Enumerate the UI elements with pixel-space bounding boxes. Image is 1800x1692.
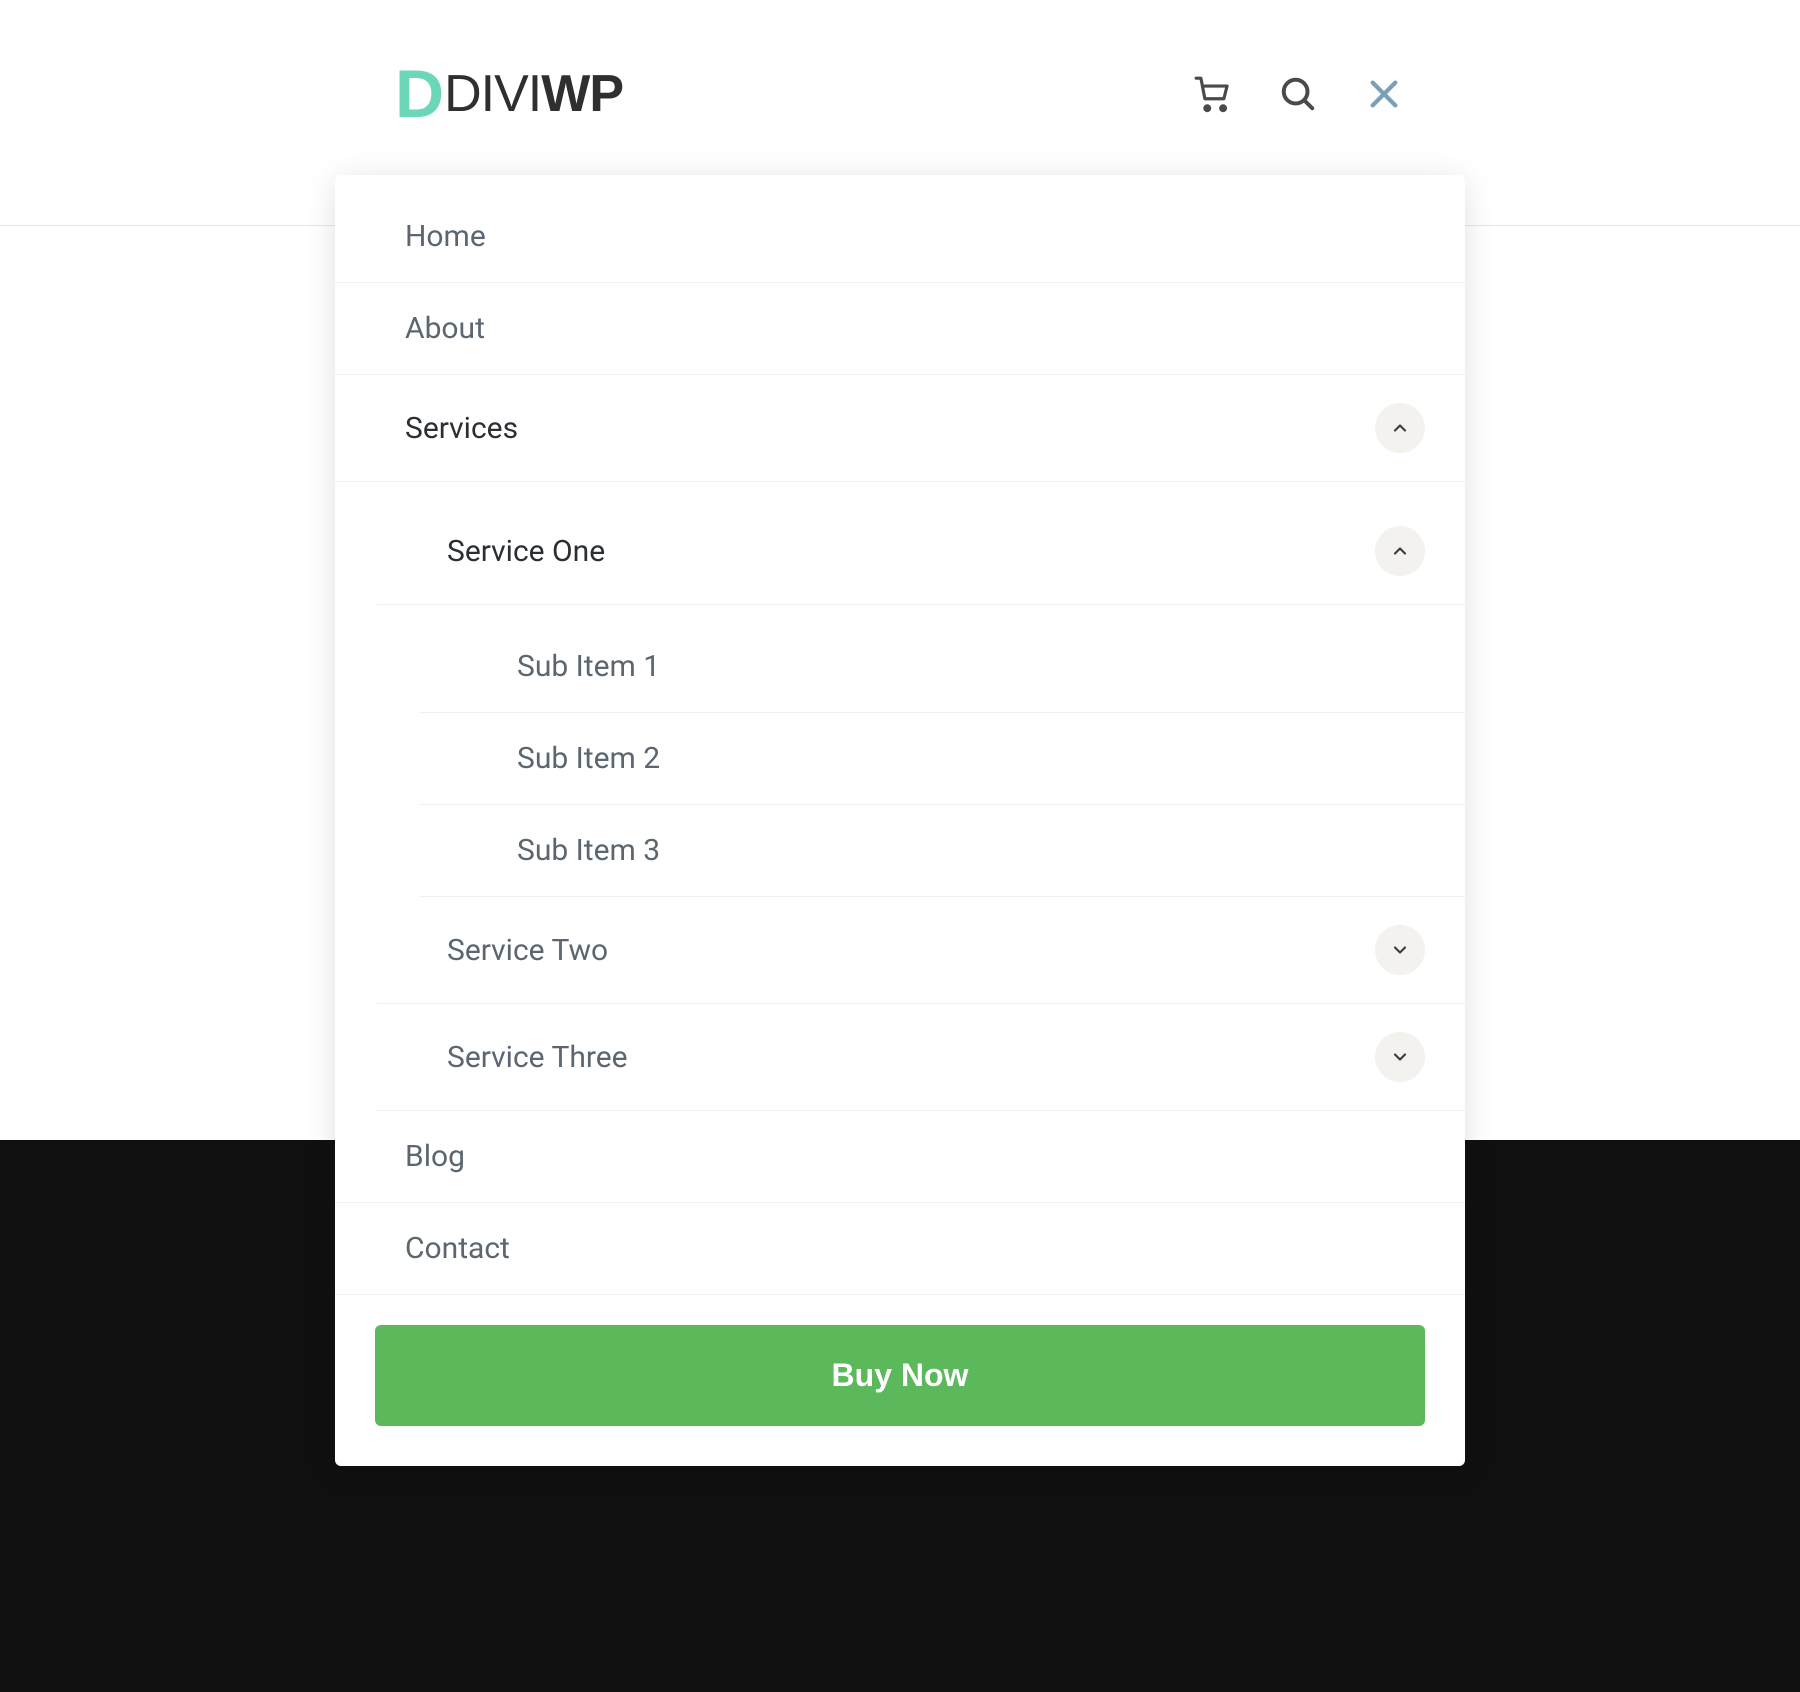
menu-label-service-one: Service One [447,534,605,569]
buy-now-button[interactable]: Buy Now [375,1325,1425,1426]
logo-text: DIVIWP [444,64,623,124]
header-actions [1191,73,1405,115]
submenu-services: Service One Sub Item 1 Sub Item 2 [335,482,1465,1111]
menu-item-sub3[interactable]: Sub Item 3 [419,805,1465,897]
menu-label-service-three: Service Three [447,1040,628,1075]
menu-item-contact[interactable]: Contact [335,1203,1465,1295]
menu-label-about: About [405,311,485,346]
chevron-down-icon[interactable] [1375,1032,1425,1082]
menu-list: Home About Services Service One [335,175,1465,1295]
chevron-up-icon[interactable] [1375,403,1425,453]
menu-label-service-two: Service Two [447,933,608,968]
menu-label-home: Home [405,219,486,254]
menu-item-service-two[interactable]: Service Two [377,897,1465,1004]
menu-label-contact: Contact [405,1231,510,1266]
menu-item-service-three[interactable]: Service Three [377,1004,1465,1111]
logo[interactable]: D DIVIWP [395,55,623,133]
logo-mark: D [395,55,442,133]
header-bar: D DIVIWP [335,0,1465,175]
cart-icon[interactable] [1191,73,1233,115]
close-icon[interactable] [1363,73,1405,115]
menu-label-sub3: Sub Item 3 [517,833,660,868]
search-icon[interactable] [1277,73,1319,115]
menu-item-service-one[interactable]: Service One [377,482,1465,605]
menu-label-sub2: Sub Item 2 [517,741,660,776]
menu-label-blog: Blog [405,1139,465,1174]
menu-item-about[interactable]: About [335,283,1465,375]
menu-item-home[interactable]: Home [335,175,1465,283]
chevron-down-icon[interactable] [1375,925,1425,975]
menu-item-sub1[interactable]: Sub Item 1 [419,605,1465,713]
menu-label-sub1: Sub Item 1 [517,649,660,684]
menu-label-services: Services [405,411,518,446]
mobile-menu-panel: Home About Services Service One [335,175,1465,1466]
submenu-service-one: Sub Item 1 Sub Item 2 Sub Item 3 [377,605,1465,897]
chevron-up-icon[interactable] [1375,526,1425,576]
menu-item-sub2[interactable]: Sub Item 2 [419,713,1465,805]
menu-item-services[interactable]: Services [335,375,1465,482]
menu-item-blog[interactable]: Blog [335,1111,1465,1203]
